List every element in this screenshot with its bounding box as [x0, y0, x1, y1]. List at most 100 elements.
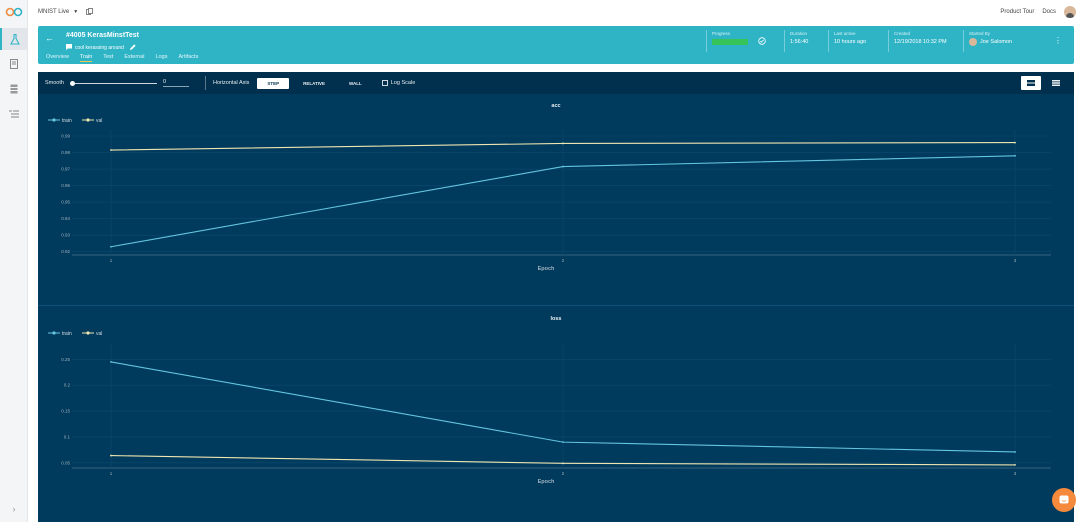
tab-logs[interactable]: Logs: [156, 54, 168, 62]
log-scale-label: Log Scale: [390, 80, 416, 86]
tab-external[interactable]: External: [124, 54, 144, 62]
log-scale-checkbox[interactable]: [381, 80, 388, 86]
check-circle-icon: [758, 36, 766, 45]
y-tick-label: 0.1: [64, 434, 71, 439]
comment-icon: [66, 44, 72, 52]
started-by-value: Joe Salomon: [980, 39, 1013, 45]
y-tick-label: 0.94: [61, 216, 70, 221]
data-point-train: [110, 245, 112, 248]
experiment-comment[interactable]: cool kerassing around: [66, 44, 136, 52]
docs-link[interactable]: Docs: [1042, 9, 1056, 15]
more-menu-icon[interactable]: ⋮: [1054, 36, 1062, 45]
scalars-panel: Smooth 0 Horizontal Axis STEP RELATIVE W…: [38, 72, 1074, 522]
back-arrow-icon[interactable]: ←: [45, 33, 54, 43]
y-tick-label: 0.05: [61, 460, 70, 465]
legend-label-train: train: [62, 118, 72, 124]
data-point-train: [110, 361, 112, 363]
legend-label-train: train: [62, 331, 72, 337]
datasets-nav-icon[interactable]: [0, 78, 28, 100]
data-point-train: [562, 165, 564, 168]
experiments-nav-icon[interactable]: [0, 28, 28, 50]
user-avatar[interactable]: [1064, 6, 1076, 18]
y-tick-label: 0.92: [61, 249, 70, 254]
smooth-slider-handle[interactable]: [69, 80, 75, 86]
legend-label-val: val: [96, 118, 102, 124]
single-column-view-button[interactable]: [1021, 76, 1041, 90]
tab-artifacts[interactable]: Artifacts: [178, 54, 198, 62]
progress-bar: [712, 39, 748, 45]
duration-value: 1:56:40: [790, 39, 809, 45]
divider: [204, 76, 206, 90]
project-selector[interactable]: MNIST Live ▼: [38, 7, 94, 17]
tab-train[interactable]: Train: [79, 54, 93, 62]
duration-info: Duration 1:56:40: [790, 31, 808, 45]
x-tick-label: 3: [1014, 258, 1017, 263]
divider: [888, 30, 889, 52]
chevron-down-icon: ▼: [73, 9, 79, 15]
chat-icon: [1059, 495, 1069, 504]
chat-support-button[interactable]: [1052, 488, 1076, 512]
tab-test[interactable]: Test: [103, 54, 113, 62]
axis-step-button[interactable]: STEP: [257, 77, 290, 89]
axis-wall-button[interactable]: WALL: [339, 78, 372, 89]
acc-chart: acc train val 0.92 0.93 0.94 0.95 0.96 0.97 0.98 0…: [38, 96, 1074, 306]
grid-view-button[interactable]: [1046, 76, 1066, 90]
divider: [38, 305, 1074, 306]
data-point-val: [110, 454, 112, 457]
data-point-train: [562, 441, 564, 444]
x-tick-label: 1: [110, 471, 113, 476]
models-nav-icon[interactable]: [0, 53, 28, 75]
smooth-label: Smooth: [45, 80, 64, 86]
created-value: 12/19/2018 10:32 PM: [894, 39, 947, 45]
divider: [828, 30, 829, 52]
chart-title: loss: [550, 316, 561, 322]
y-tick-label: 0.93: [61, 233, 70, 238]
y-tick-label: 0.99: [61, 134, 70, 139]
experiment-header: ← #4005 KerasMinstTest cool kerassing ar…: [38, 26, 1074, 64]
y-tick-label: 0.2: [64, 383, 71, 388]
y-tick-label: 0.98: [61, 150, 70, 155]
progress-info: Progress: [712, 31, 766, 45]
smooth-input[interactable]: 0: [162, 79, 189, 87]
chart-title: acc: [551, 103, 560, 109]
user-avatar: [969, 38, 977, 46]
expand-sidebar-icon[interactable]: ›: [0, 504, 28, 514]
x-tick-label: 2: [562, 471, 565, 476]
y-tick-label: 0.95: [61, 200, 70, 205]
data-point-val: [1014, 141, 1016, 144]
axis-relative-button[interactable]: RELATIVE: [293, 78, 335, 89]
data-point-train: [1014, 451, 1016, 453]
tab-overview[interactable]: Overview: [46, 54, 69, 62]
loss-chart-svg: loss train val 0.05 0.1 0.15 0.2 0.25 1 2 3 Epoch: [48, 316, 1051, 485]
project-name: MNIST Live: [38, 9, 70, 15]
copy-icon[interactable]: [86, 7, 94, 17]
edit-pencil-icon[interactable]: [129, 44, 136, 52]
legend-marker-train: [52, 118, 56, 122]
product-tour-link[interactable]: Product Tour: [1000, 9, 1034, 15]
clearml-logo[interactable]: [5, 7, 23, 17]
legend-marker-val: [86, 331, 90, 335]
experiment-title: #4005 KerasMinstTest: [66, 32, 140, 39]
data-point-val: [562, 462, 564, 465]
acc-chart-svg: acc train val 0.92 0.93 0.94 0.95 0.96 0.97 0.98 0…: [48, 103, 1051, 272]
list-view-icon: [1027, 80, 1035, 86]
smooth-slider[interactable]: [69, 80, 157, 86]
grid-view-icon: [1052, 80, 1060, 86]
data-point-val: [1014, 463, 1016, 466]
duration-label: Duration: [790, 31, 808, 36]
last-active-info: Last active 10 hours ago: [834, 31, 866, 45]
last-active-value: 10 hours ago: [834, 39, 867, 45]
created-label: Created: [894, 31, 911, 36]
created-info: Created 12/19/2018 10:32 PM: [894, 31, 947, 45]
y-tick-label: 0.15: [61, 409, 70, 414]
comment-text: cool kerassing around: [75, 45, 124, 51]
x-axis-label: Epoch: [538, 266, 555, 272]
loss-chart: loss train val 0.05 0.1 0.15 0.2 0.25 1 2 3 Epoch: [38, 309, 1074, 519]
x-tick-label: 2: [562, 258, 565, 263]
queues-nav-icon[interactable]: [0, 103, 28, 125]
divider: [706, 30, 707, 52]
legend-label-val: val: [96, 331, 102, 337]
data-point-val: [110, 149, 112, 151]
started-by-label: Started By: [969, 31, 991, 36]
x-tick-label: 3: [1014, 471, 1017, 476]
